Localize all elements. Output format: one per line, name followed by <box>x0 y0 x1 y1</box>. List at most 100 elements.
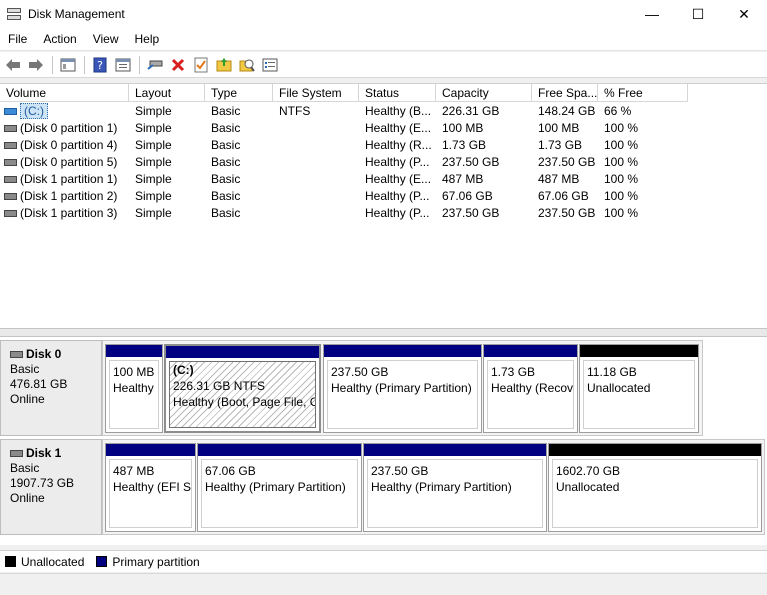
partition-size: 1.73 GB <box>491 365 536 379</box>
volume-name: (C:) <box>20 103 48 119</box>
column-header-volume[interactable]: Volume <box>0 84 129 102</box>
partition-status: Healthy (Primary Partition) <box>371 480 512 494</box>
type-cell: Basic <box>211 172 241 186</box>
column-header-layout[interactable]: Layout <box>129 84 205 102</box>
column-header-status[interactable]: Status <box>359 84 436 102</box>
layout-cell: Simple <box>135 121 172 135</box>
partition[interactable]: 1.73 GB Healthy (Recov <box>483 344 578 433</box>
status-cell: Healthy (R... <box>365 138 432 152</box>
partition-size: 237.50 GB <box>371 464 429 478</box>
partition[interactable]: 487 MB Healthy (EFI Sy <box>105 443 196 532</box>
partition-size: 1602.70 GB <box>556 464 621 478</box>
close-button[interactable]: ✕ <box>721 0 767 28</box>
menu-view[interactable]: View <box>85 28 127 51</box>
file-system-cell <box>273 205 359 222</box>
capacity-cell: 67.06 GB <box>442 189 493 203</box>
disk-0-label[interactable]: Disk 0 Basic 476.81 GB Online <box>0 340 102 436</box>
partition-type-bar <box>198 444 361 456</box>
table-row[interactable]: (Disk 1 partition 3) Simple Basic Health… <box>0 205 767 222</box>
partition-size: 237.50 GB <box>331 365 389 379</box>
legend-swatch <box>96 556 108 567</box>
layout-cell: Simple <box>135 172 172 186</box>
column-header-capacity[interactable]: Capacity <box>436 84 532 102</box>
table-row[interactable]: (Disk 1 partition 2) Simple Basic Health… <box>0 188 767 205</box>
capacity-cell: 237.50 GB <box>442 206 500 220</box>
volume-name: (Disk 1 partition 3) <box>20 206 118 220</box>
status-cell: Healthy (B... <box>365 104 432 118</box>
window-controls: — ☐ ✕ <box>629 0 767 28</box>
maximize-button[interactable]: ☐ <box>675 0 721 28</box>
table-row[interactable]: (Disk 0 partition 4) Simple Basic Health… <box>0 137 767 154</box>
menu-bar: File Action View Help <box>0 28 767 51</box>
disk-type: Basic <box>10 362 40 376</box>
percent-free-cell: 100 % <box>604 172 639 186</box>
toolbar-separator <box>84 55 85 74</box>
toolbar: ? <box>0 52 767 78</box>
table-row[interactable]: (Disk 1 partition 1) Simple Basic Health… <box>0 171 767 188</box>
status-bar <box>0 573 767 595</box>
menu-help[interactable]: Help <box>127 28 168 51</box>
partition-type-bar <box>106 444 195 456</box>
search-icon[interactable] <box>236 54 258 76</box>
show-hide-console-tree-icon[interactable] <box>57 54 79 76</box>
partition-status: Healthy (Primary Partition) <box>331 381 472 395</box>
volume-list: Volume Layout Type File System Status Ca… <box>0 83 767 328</box>
status-cell: Healthy (P... <box>365 206 430 220</box>
disk-1-partitions: 487 MB Healthy (EFI Sy 67.06 GB Healthy … <box>102 439 765 535</box>
type-cell: Basic <box>211 189 241 203</box>
percent-free-cell: 100 % <box>604 121 639 135</box>
connect-icon[interactable] <box>144 54 166 76</box>
partition-size: 11.18 GB <box>587 365 637 379</box>
file-system-cell <box>273 137 359 154</box>
capacity-cell: 100 MB <box>442 121 484 135</box>
column-header-file-system[interactable]: File System <box>273 84 359 102</box>
partition[interactable]: 237.50 GB Healthy (Primary Partition) <box>323 344 482 433</box>
percent-free-cell: 66 % <box>604 104 632 118</box>
disk-type: Basic <box>10 461 40 475</box>
partition-size: 100 MB <box>113 365 155 379</box>
unallocated-space[interactable]: 11.18 GB Unallocated <box>579 344 699 433</box>
partition[interactable]: 100 MB Healthy <box>105 344 163 433</box>
back-icon[interactable] <box>2 54 24 76</box>
partition-type-bar <box>364 444 546 456</box>
status-cell: Healthy (P... <box>365 155 430 169</box>
disk-state: Online <box>10 392 45 406</box>
check-icon[interactable] <box>190 54 212 76</box>
volume-name: (Disk 0 partition 5) <box>20 155 118 169</box>
help-icon[interactable]: ? <box>89 54 111 76</box>
disk-state: Online <box>10 491 45 505</box>
minimize-button[interactable]: — <box>629 0 675 28</box>
list-icon[interactable] <box>259 54 281 76</box>
disk-0-partitions: 100 MB Healthy (C:) 226.31 GB NTFS Healt… <box>102 340 703 436</box>
volume-name: (Disk 1 partition 1) <box>20 172 118 186</box>
unallocated-space[interactable]: 1602.70 GB Unallocated <box>548 443 762 532</box>
capacity-cell: 226.31 GB <box>442 104 500 118</box>
table-row[interactable]: (C:) Simple Basic NTFS Healthy (B... 226… <box>0 103 767 120</box>
partition-size: 67.06 GB <box>205 464 256 478</box>
partition-c[interactable]: (C:) 226.31 GB NTFS Healthy (Boot, Page … <box>164 344 321 433</box>
table-row[interactable]: (Disk 0 partition 1) Simple Basic Health… <box>0 120 767 137</box>
disk-1-row: Disk 1 Basic 1907.73 GB Online 487 MB He… <box>0 439 767 535</box>
table-row[interactable]: (Disk 0 partition 5) Simple Basic Health… <box>0 154 767 171</box>
partition-size: 226.31 GB NTFS <box>173 379 266 393</box>
menu-action[interactable]: Action <box>35 28 84 51</box>
partition[interactable]: 67.06 GB Healthy (Primary Partition) <box>197 443 362 532</box>
disk-icon <box>10 351 23 358</box>
column-header-type[interactable]: Type <box>205 84 273 102</box>
up-folder-icon[interactable] <box>213 54 235 76</box>
disk-size: 1907.73 GB <box>10 476 75 490</box>
partition[interactable]: 237.50 GB Healthy (Primary Partition) <box>363 443 547 532</box>
pane-splitter[interactable] <box>0 328 767 337</box>
column-header-free-space[interactable]: Free Spa... <box>532 84 598 102</box>
toolbar-separator <box>139 55 140 74</box>
forward-icon[interactable] <box>25 54 47 76</box>
properties-icon[interactable] <box>112 54 134 76</box>
disk-1-label[interactable]: Disk 1 Basic 1907.73 GB Online <box>0 439 102 535</box>
delete-icon[interactable] <box>167 54 189 76</box>
status-cell: Healthy (E... <box>365 172 432 186</box>
menu-file[interactable]: File <box>0 28 35 51</box>
type-cell: Basic <box>211 155 241 169</box>
partition-type-bar <box>484 345 577 357</box>
column-header-percent-free[interactable]: % Free <box>598 84 688 102</box>
partition-type-bar <box>106 345 162 357</box>
